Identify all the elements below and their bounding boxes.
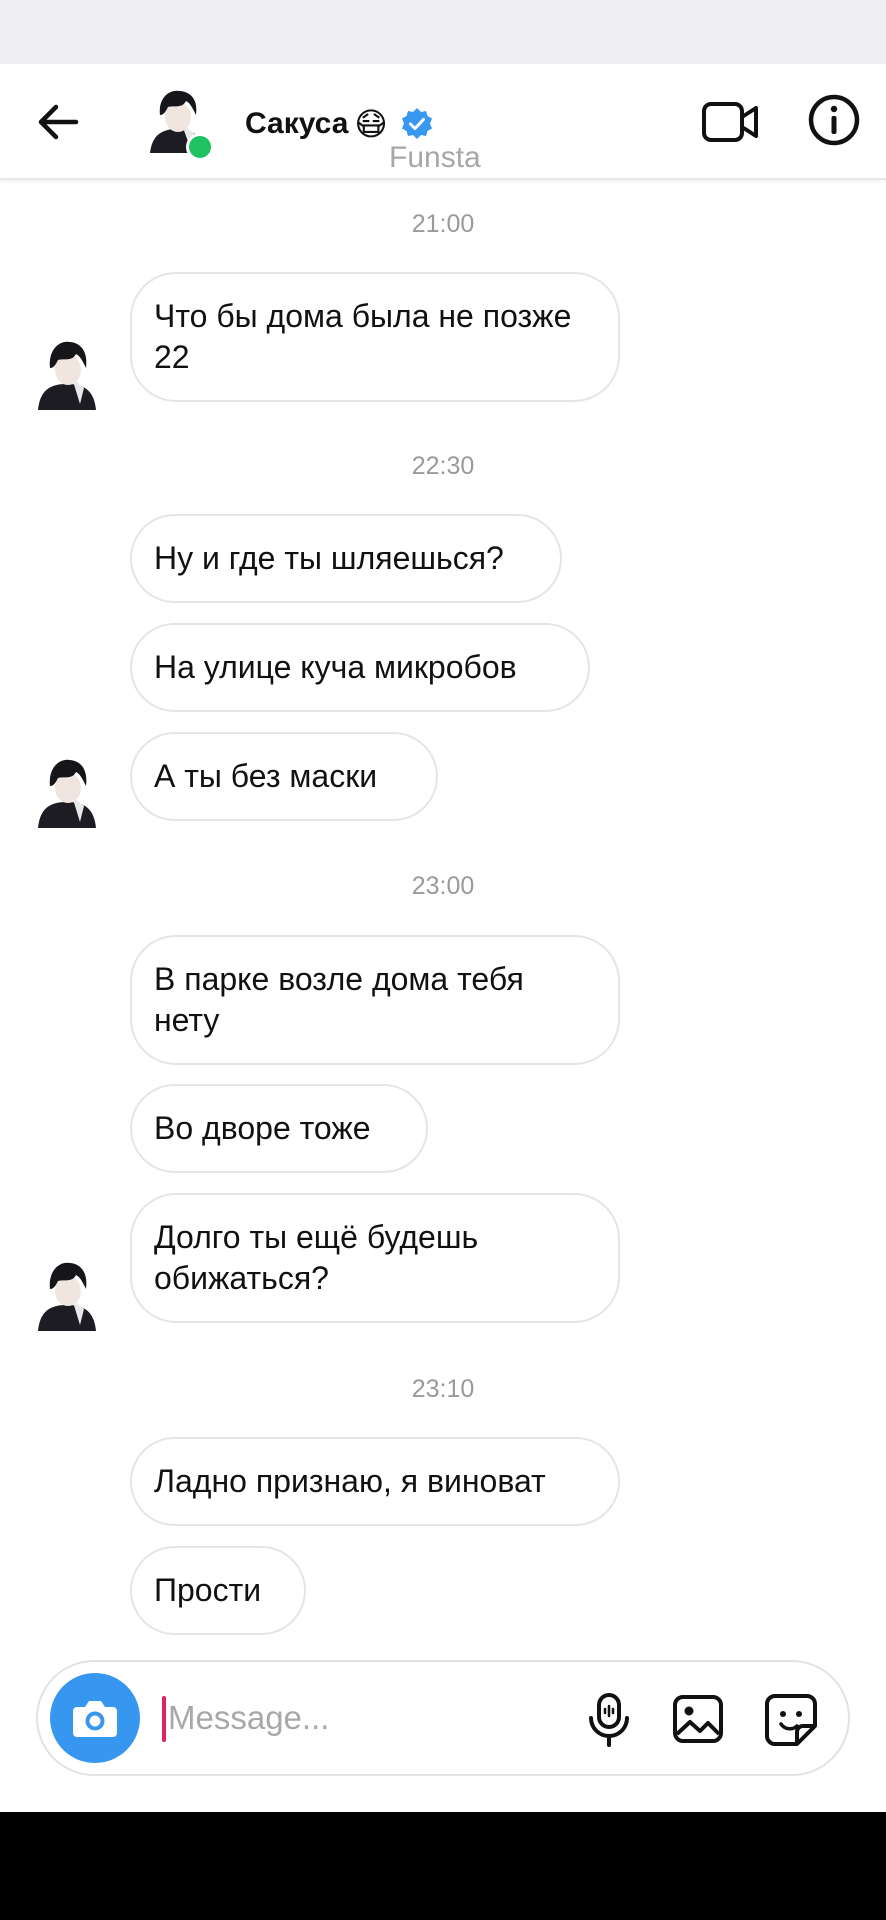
info-icon[interactable]: [806, 92, 862, 148]
chat-header: Сакуса 😷 Funsta: [0, 64, 886, 180]
message-list[interactable]: 21:00 Что бы дома была не позже 22 22:30…: [0, 180, 886, 1650]
message-bubble[interactable]: Долго ты ещё будешь обижаться?: [130, 1193, 620, 1323]
message-timestamp: 21:00: [411, 210, 475, 238]
message-bubble[interactable]: Ну и где ты шляешься?: [130, 514, 562, 603]
message-bubble[interactable]: Прости: [130, 1546, 306, 1635]
image-gallery-icon[interactable]: [671, 1692, 725, 1746]
sender-avatar[interactable]: [36, 1257, 98, 1331]
video-camera-icon[interactable]: [700, 94, 762, 150]
back-arrow-icon[interactable]: [30, 94, 86, 150]
mask-emoji: 😷: [354, 106, 388, 142]
message-input[interactable]: [164, 1686, 568, 1750]
microphone-icon[interactable]: [582, 1692, 636, 1748]
sender-avatar[interactable]: [36, 336, 98, 410]
chat-subtitle: Funsta: [389, 141, 481, 174]
status-bar: [0, 0, 886, 64]
message-timestamp: 23:00: [411, 872, 475, 900]
camera-icon: [73, 1701, 117, 1737]
message-timestamp: 23:10: [411, 1375, 475, 1403]
message-timestamp: 22:30: [411, 452, 475, 480]
message-composer: [36, 1660, 850, 1776]
system-nav-bar: [0, 1812, 886, 1920]
sender-avatar[interactable]: [36, 754, 98, 828]
verified-badge-icon: [401, 108, 432, 139]
online-status-dot: [186, 133, 214, 161]
message-bubble[interactable]: Что бы дома была не позже 22: [130, 272, 620, 402]
sticker-icon[interactable]: [763, 1692, 819, 1748]
contact-name: Сакуса: [245, 107, 349, 140]
message-bubble[interactable]: Ладно признаю, я виноват: [130, 1437, 620, 1526]
message-bubble[interactable]: В парке возле дома тебя нету: [130, 935, 620, 1065]
message-bubble[interactable]: А ты без маски: [130, 732, 438, 821]
message-bubble[interactable]: Во дворе тоже: [130, 1084, 428, 1173]
camera-button[interactable]: [50, 1673, 140, 1763]
chat-title[interactable]: Сакуса 😷: [245, 104, 434, 144]
message-bubble[interactable]: На улице куча микробов: [130, 623, 590, 712]
